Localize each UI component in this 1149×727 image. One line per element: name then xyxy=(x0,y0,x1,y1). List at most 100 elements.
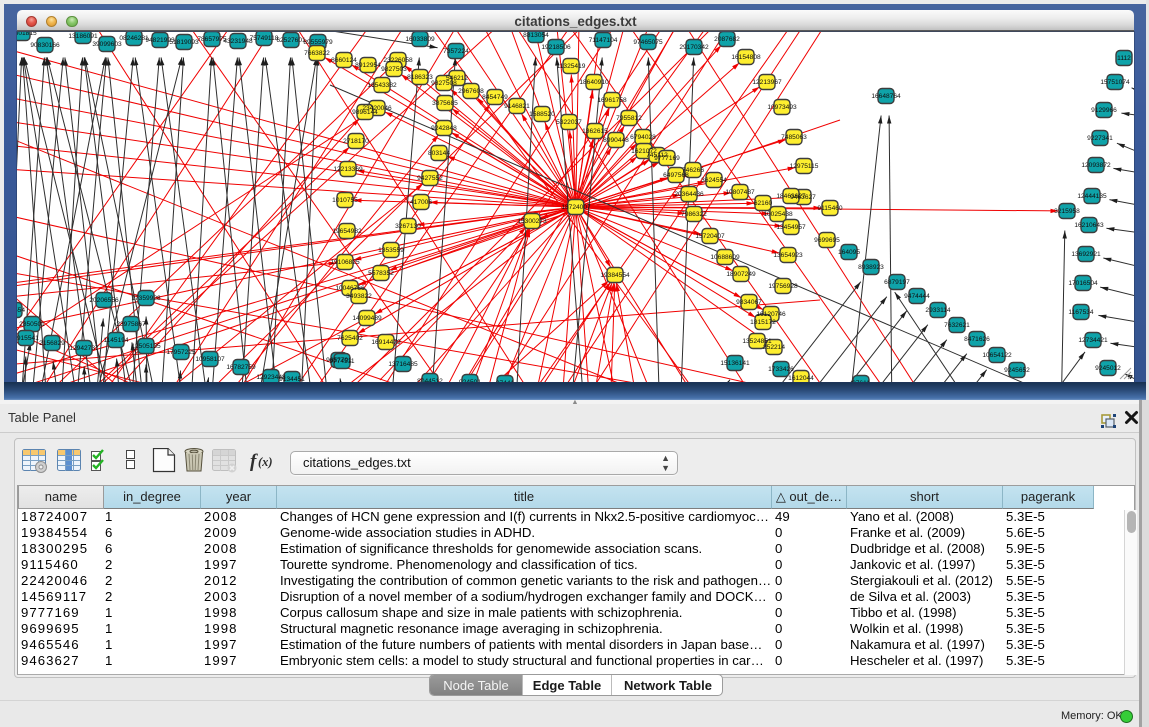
svg-text:15751074: 15751074 xyxy=(1100,79,1130,86)
svg-text:18907249: 18907249 xyxy=(726,271,756,278)
svg-text:19384554: 19384554 xyxy=(600,272,630,279)
svg-text:8912954: 8912954 xyxy=(355,62,381,69)
svg-text:1167534: 1167534 xyxy=(1068,309,1094,316)
svg-text:f: f xyxy=(250,451,258,472)
svg-text:23975867: 23975867 xyxy=(116,321,146,328)
svg-text:15300273: 15300273 xyxy=(517,218,547,225)
svg-text:3915541: 3915541 xyxy=(17,335,39,342)
svg-text:9427552: 9427552 xyxy=(417,175,443,182)
svg-text:2087682: 2087682 xyxy=(714,36,740,43)
svg-text:13186091: 13186091 xyxy=(68,33,98,40)
svg-text:8454749: 8454749 xyxy=(482,94,508,101)
svg-text:18640910: 18640910 xyxy=(579,79,609,86)
svg-text:7625402: 7625402 xyxy=(337,335,363,342)
svg-text:12213369: 12213369 xyxy=(333,166,363,173)
svg-text:3493822: 3493822 xyxy=(346,293,372,300)
svg-text:13692921: 13692921 xyxy=(1071,251,1101,258)
svg-text:14099489: 14099489 xyxy=(352,315,382,322)
svg-text:1733426: 1733426 xyxy=(768,366,794,373)
svg-text:16033809: 16033809 xyxy=(405,36,435,43)
svg-text:9129966: 9129966 xyxy=(1091,107,1117,114)
svg-text:71147104: 71147104 xyxy=(589,37,618,44)
svg-text:9474444: 9474444 xyxy=(904,293,930,300)
svg-text:7632621: 7632621 xyxy=(944,322,970,329)
svg-text:19654982: 19654982 xyxy=(332,228,362,235)
svg-text:10973493: 10973493 xyxy=(767,104,797,111)
svg-text:16154808: 16154808 xyxy=(731,54,761,61)
svg-text:9242848: 9242848 xyxy=(431,125,457,132)
svg-text:90830166: 90830166 xyxy=(30,42,60,49)
svg-text:7986322: 7986322 xyxy=(681,211,707,218)
svg-text:2718170: 2718170 xyxy=(343,138,369,145)
svg-text:8660124: 8660124 xyxy=(331,57,357,64)
svg-text:3875685: 3875685 xyxy=(432,100,458,107)
svg-text:13654923: 13654923 xyxy=(773,252,803,259)
svg-text:5578352: 5578352 xyxy=(368,270,394,277)
svg-text:3267130: 3267130 xyxy=(395,223,421,230)
svg-text:17016504: 17016504 xyxy=(1068,280,1098,287)
svg-text:8186323: 8186323 xyxy=(407,74,433,81)
svg-text:3215958: 3215958 xyxy=(1054,208,1080,215)
svg-text:6794028: 6794028 xyxy=(630,134,656,141)
svg-text:12444135: 12444135 xyxy=(1077,193,1107,200)
svg-text:1112: 1112 xyxy=(1117,55,1131,62)
svg-text:3624554: 3624554 xyxy=(701,177,727,184)
svg-text:10958107: 10958107 xyxy=(195,356,225,363)
svg-text:7357224: 7357224 xyxy=(443,48,469,55)
svg-text:9699695: 9699695 xyxy=(814,237,840,244)
svg-text:164095: 164095 xyxy=(838,249,860,256)
svg-text:1362615: 1362615 xyxy=(582,128,608,135)
svg-text:9227341: 9227341 xyxy=(1087,135,1113,142)
svg-text:1588520: 1588520 xyxy=(529,111,555,118)
svg-text:89555979: 89555979 xyxy=(303,39,333,46)
svg-text:52601815: 52601815 xyxy=(17,32,37,37)
svg-text:417006: 417006 xyxy=(410,199,432,206)
svg-text:10046766: 10046766 xyxy=(335,285,365,292)
svg-text:29170342: 29170342 xyxy=(679,44,709,51)
svg-text:19756928: 19756928 xyxy=(768,283,798,290)
svg-text:13454957: 13454957 xyxy=(776,224,806,231)
svg-text:19218506: 19218506 xyxy=(541,44,571,51)
svg-text:2156829: 2156829 xyxy=(39,340,65,347)
svg-text:9827503: 9827503 xyxy=(381,66,407,73)
svg-text:8990448: 8990448 xyxy=(603,137,629,144)
svg-text:11325419: 11325419 xyxy=(557,63,586,70)
svg-text:17957225: 17957225 xyxy=(166,349,196,356)
svg-text:16914479: 16914479 xyxy=(371,339,401,346)
svg-text:17359928: 17359928 xyxy=(131,295,161,302)
svg-text:12505135: 12505135 xyxy=(131,343,161,350)
svg-text:7663822: 7663822 xyxy=(304,50,330,57)
svg-text:10025438: 10025438 xyxy=(763,211,793,218)
svg-text:87441: 87441 xyxy=(496,380,515,382)
svg-text:8044512: 8044512 xyxy=(417,378,443,382)
svg-text:19106825: 19106825 xyxy=(330,259,360,266)
svg-text:62160: 62160 xyxy=(754,200,773,207)
svg-text:16782759: 16782759 xyxy=(226,364,256,371)
svg-text:1010755: 1010755 xyxy=(332,197,358,204)
svg-text:2850501: 2850501 xyxy=(19,321,45,328)
svg-text:5322037: 5322037 xyxy=(556,119,582,126)
svg-text:746266: 746266 xyxy=(682,167,704,174)
svg-text:75749118: 75749118 xyxy=(250,35,279,42)
svg-text:16120746: 16120746 xyxy=(756,311,786,318)
svg-text:16210643: 16210643 xyxy=(1074,222,1104,229)
svg-text:9774511: 9774511 xyxy=(329,358,355,365)
svg-text:43231948: 43231948 xyxy=(223,38,253,45)
svg-text:9146821: 9146821 xyxy=(504,103,530,110)
svg-text:10807487: 10807487 xyxy=(725,189,755,196)
svg-text:39099603: 39099603 xyxy=(92,41,122,48)
svg-text:12734421: 12734421 xyxy=(1078,337,1108,344)
svg-text:1612044: 1612044 xyxy=(788,375,814,382)
svg-text:9834067: 9834067 xyxy=(736,299,762,306)
svg-text:924501: 924501 xyxy=(459,379,481,382)
svg-text:9327508: 9327508 xyxy=(431,80,457,87)
svg-text:20364436: 20364436 xyxy=(674,191,704,198)
svg-text:6879197: 6879197 xyxy=(884,279,910,286)
svg-text:1353559: 1353559 xyxy=(378,247,404,254)
svg-text:51819093: 51819093 xyxy=(169,39,199,46)
svg-text:23226058: 23226058 xyxy=(383,57,413,64)
svg-text:9896144: 9896144 xyxy=(352,109,378,116)
svg-text:7955812: 7955812 xyxy=(616,115,642,122)
svg-text:10688609: 10688609 xyxy=(710,254,740,261)
svg-text:8938923: 8938923 xyxy=(858,264,884,271)
